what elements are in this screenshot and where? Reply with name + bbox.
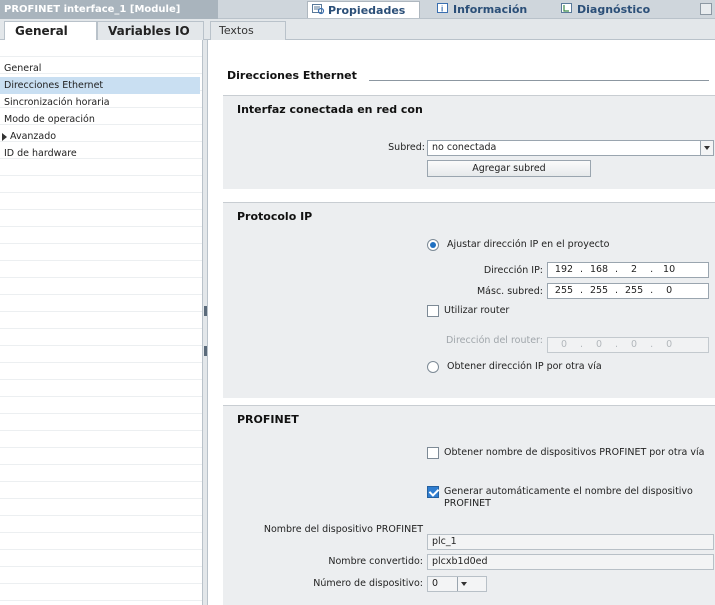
converted-name-label: Nombre convertido: [328,556,423,567]
nav-item-direcciones-ethernet[interactable]: Direcciones Ethernet [0,77,200,94]
section-heading: Direcciones Ethernet [227,69,357,82]
profinet-panel: PROFINET Obtener nombre de dispositivos … [223,405,715,605]
network-panel-title: Interfaz conectada en red con [237,103,423,116]
sidebar-navigation: General Direcciones Ethernet Sincronizac… [0,40,203,605]
tab-propiedades[interactable]: Propiedades [307,1,420,18]
properties-icon [312,4,325,15]
tab-variables-io[interactable]: Variables IO [97,21,204,40]
window-title: PROFINET interface_1 [Module] [0,0,218,19]
ip-octet: 10 [663,264,676,275]
tab-diagnostico-label: Diagnóstico [577,3,651,16]
ip-octet: 192 [554,264,574,275]
expand-handle-icon[interactable] [204,346,207,356]
mask-octet: 255 [554,285,574,296]
add-subnet-button[interactable]: Agregar subred [427,160,591,177]
device-name-label: Nombre del dispositivo PROFINET [263,524,423,535]
properties-content: Direcciones Ethernet Interfaz conectada … [209,40,715,605]
diagnostics-icon [561,3,572,13]
auto-generate-name-label: Generar automáticamente el nombre del di… [444,486,693,509]
ip-address-field[interactable]: 192. 168. 2. 10 [547,262,709,278]
collapse-handle-icon[interactable] [204,306,207,316]
section-divider [369,80,709,81]
device-number-label: Número de dispositivo: [313,578,423,589]
router-address-field: 0.0.0.0 [547,337,709,353]
ip-panel-title: Protocolo IP [237,210,313,223]
router-octet: 0 [666,339,673,350]
panel-splitter[interactable] [203,40,208,605]
router-address-label: Dirección del router: [445,335,543,346]
set-ip-in-project-radio[interactable] [427,239,439,251]
router-octet: 0 [631,339,638,350]
mask-octet: 255 [624,285,644,296]
subnet-label: Subred: [388,142,425,153]
title-bar: PROFINET interface_1 [Module] Propiedade… [0,0,715,19]
nav-item-avanzado[interactable]: Avanzado [0,128,200,145]
ip-octet: 2 [631,264,638,275]
obtain-ip-other-way-radio[interactable] [427,361,439,373]
ip-protocol-panel: Protocolo IP Ajustar dirección IP en el … [223,202,715,398]
sub-tab-bar: General Variables IO Textos [0,19,715,41]
converted-name-field[interactable]: plcxb1d0ed [427,554,714,570]
tab-propiedades-label: Propiedades [328,4,406,17]
nav-item-modo-operacion[interactable]: Modo de operación [0,111,200,128]
ip-octet: 168 [589,264,609,275]
tab-informacion[interactable]: i Información [433,1,543,18]
tab-informacion-label: Información [453,3,528,16]
info-icon: i [437,3,448,14]
profinet-panel-title: PROFINET [237,413,299,426]
device-number-dropdown[interactable]: 0 [427,576,487,592]
use-router-label: Utilizar router [444,305,510,316]
set-ip-in-project-label: Ajustar dirección IP en el proyecto [447,239,610,250]
subnet-mask-label: Másc. subred: [476,286,543,297]
nav-item-id-hardware[interactable]: ID de hardware [0,145,200,162]
tab-textos[interactable]: Textos [210,21,286,40]
auto-generate-name-checkbox[interactable] [427,486,439,498]
subnet-dropdown[interactable]: no conectada [427,140,714,156]
ip-address-label: Dirección IP: [483,265,543,276]
router-octet: 0 [560,339,568,350]
device-number-value: 0 [432,578,439,589]
obtain-ip-other-way-label: Obtener dirección IP por otra vía [447,361,602,372]
nav-item-general[interactable]: General [0,60,200,77]
svg-text:i: i [441,5,443,14]
mask-octet: 0 [666,285,673,296]
subnet-value: no conectada [432,142,497,153]
expand-arrow-icon[interactable] [2,133,7,141]
nav-item-avanzado-label: Avanzado [10,131,57,142]
router-octet: 0 [596,339,603,350]
tab-diagnostico[interactable]: Diagnóstico [557,1,674,18]
obtain-device-name-checkbox[interactable] [427,447,439,459]
mask-octet: 255 [589,285,609,296]
obtain-device-name-label: Obtener nombre de dispositivos PROFINET … [444,447,705,458]
nav-item-sincronizacion-horaria[interactable]: Sincronización horaria [0,94,200,111]
chevron-down-icon[interactable] [700,141,713,155]
device-name-field[interactable]: plc_1 [427,534,714,550]
subnet-mask-field[interactable]: 255. 255. 255. 0 [547,283,709,299]
tab-general[interactable]: General [4,21,97,41]
network-panel: Interfaz conectada en red con Subred: no… [223,95,715,189]
chevron-down-icon[interactable] [457,577,470,591]
restore-window-button[interactable] [700,3,712,15]
use-router-checkbox[interactable] [427,305,439,317]
